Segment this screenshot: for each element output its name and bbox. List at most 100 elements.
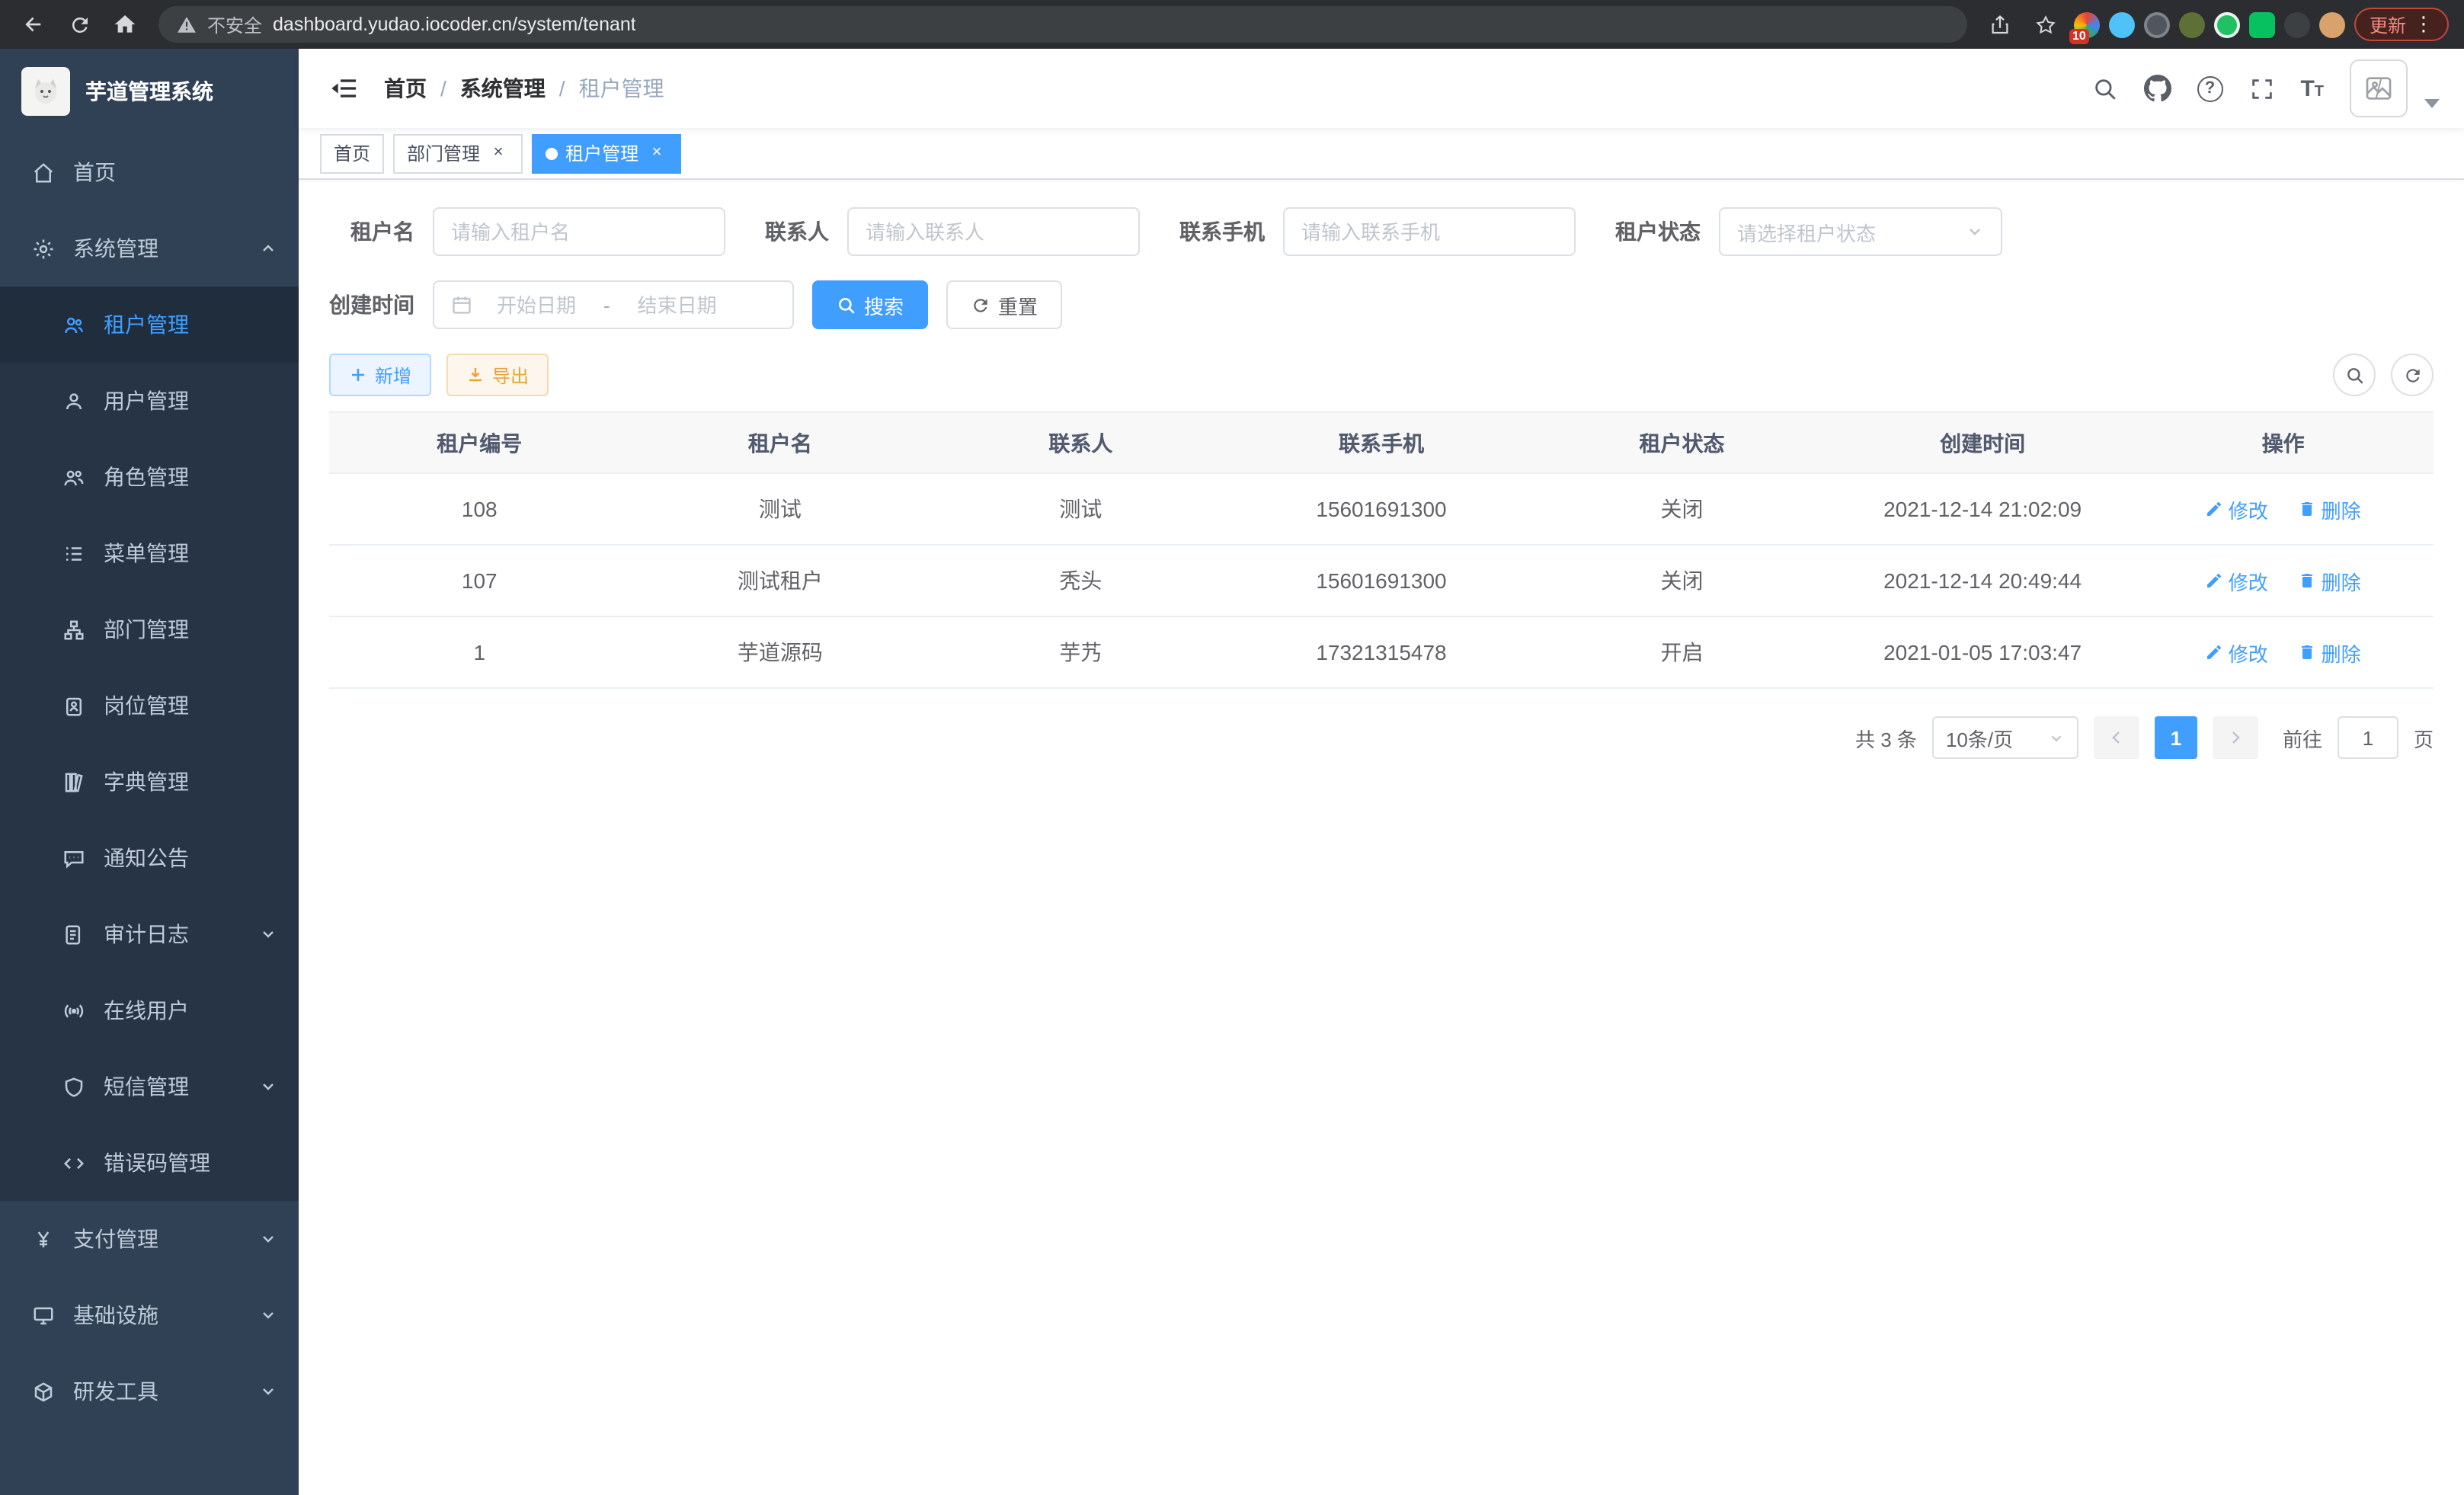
add-button-label: 新增 <box>375 362 411 388</box>
sidebar-item-home[interactable]: 首页 <box>0 134 299 210</box>
cell-id: 1 <box>329 616 630 688</box>
security-label[interactable]: 不安全 <box>207 11 262 37</box>
kebab-menu-icon[interactable]: ⋮ <box>2414 12 2434 37</box>
add-button[interactable]: 新增 <box>329 354 431 396</box>
sidebar-item-label: 系统管理 <box>73 233 158 264</box>
sidebar-item-error-code[interactable]: 错误码管理 <box>0 1125 299 1201</box>
breadcrumb-system[interactable]: 系统管理 <box>460 73 546 104</box>
back-icon[interactable] <box>15 6 52 43</box>
profile-avatar-icon[interactable] <box>2319 11 2345 37</box>
edit-link[interactable]: 修改 <box>2206 566 2268 595</box>
sidebar-item-audit-log[interactable]: 审计日志 <box>0 896 299 972</box>
sidebar-item-label: 字典管理 <box>104 767 189 797</box>
fullscreen-icon[interactable] <box>2248 75 2274 101</box>
yen-icon <box>30 1227 55 1251</box>
filter-row-1: 租户名 联系人 联系手机 <box>329 207 2434 256</box>
sidebar-item-dev-tools[interactable]: 研发工具 <box>0 1353 299 1429</box>
github-icon[interactable] <box>2143 75 2171 102</box>
cell-id: 107 <box>329 545 630 616</box>
address-bar[interactable]: 不安全 dashboard.yudao.iocoder.cn/system/te… <box>158 6 1967 43</box>
tenant-name-label: 租户名 <box>329 216 433 247</box>
sidebar-item-sms[interactable]: 短信管理 <box>0 1048 299 1125</box>
contact-input[interactable] <box>866 220 1122 243</box>
sidebar-fold-icon[interactable] <box>314 73 375 104</box>
help-icon[interactable]: ? <box>2197 75 2222 101</box>
tenant-name-input[interactable] <box>451 220 707 243</box>
edit-label: 修改 <box>2229 566 2268 595</box>
header-search-icon[interactable] <box>2091 75 2117 101</box>
sidebar-item-label: 岗位管理 <box>104 690 189 721</box>
tab-close-icon[interactable]: × <box>488 142 509 164</box>
cell-phone: 15601691300 <box>1231 545 1532 616</box>
edit-link[interactable]: 修改 <box>2206 495 2268 523</box>
share-icon[interactable] <box>1982 6 2019 43</box>
delete-link[interactable]: 删除 <box>2299 638 2361 667</box>
extension-icon-green-square[interactable] <box>2249 11 2275 37</box>
edit-link[interactable]: 修改 <box>2206 638 2268 667</box>
extension-icon-puzzle[interactable] <box>2284 11 2310 37</box>
browser-update-button[interactable]: 更新 ⋮ <box>2354 8 2449 41</box>
logo-image <box>21 67 70 116</box>
sidebar-item-infra[interactable]: 基础设施 <box>0 1277 299 1353</box>
status-select[interactable]: 请选择租户状态 <box>1719 207 2002 256</box>
sidebar-item-menu[interactable]: 菜单管理 <box>0 515 299 591</box>
reload-icon[interactable] <box>61 6 98 43</box>
delete-link[interactable]: 删除 <box>2299 566 2361 595</box>
refresh-table-icon[interactable] <box>2391 354 2434 396</box>
date-end-input[interactable] <box>622 293 732 316</box>
sidebar-item-label: 错误码管理 <box>104 1148 210 1178</box>
sidebar-item-post[interactable]: 岗位管理 <box>0 667 299 744</box>
logo[interactable]: 芋道管理系统 <box>0 49 299 134</box>
date-start-input[interactable] <box>482 293 591 316</box>
page-unit-label: 页 <box>2414 723 2434 752</box>
col-phone: 联系手机 <box>1231 412 1532 473</box>
sidebar-item-user[interactable]: 用户管理 <box>0 363 299 439</box>
cell-status: 开启 <box>1531 616 1832 688</box>
export-button-label: 导出 <box>492 362 529 388</box>
extension-icon-colorful[interactable]: 10 <box>2074 11 2100 37</box>
extension-icon-olive[interactable] <box>2179 11 2205 37</box>
phone-label: 联系手机 <box>1179 216 1283 247</box>
extension-icon-green-circle[interactable] <box>2214 11 2240 37</box>
sidebar-item-dict[interactable]: 字典管理 <box>0 744 299 820</box>
export-button[interactable]: 导出 <box>446 354 549 396</box>
sidebar-item-notice[interactable]: 通知公告 <box>0 820 299 896</box>
sidebar-item-dept[interactable]: 部门管理 <box>0 591 299 667</box>
next-page-button[interactable] <box>2213 716 2258 759</box>
sidebar-item-tenant[interactable]: 租户管理 <box>0 287 299 363</box>
cell-contact: 芋艿 <box>930 616 1231 688</box>
sidebar-item-online-users[interactable]: 在线用户 <box>0 972 299 1048</box>
sidebar-item-system[interactable]: 系统管理 <box>0 210 299 287</box>
tab-tenant[interactable]: 租户管理 × <box>532 133 681 173</box>
page-size-select[interactable]: 10条/页 <box>1932 716 2078 759</box>
sidebar-item-payment[interactable]: 支付管理 <box>0 1201 299 1277</box>
url-text[interactable]: dashboard.yudao.iocoder.cn/system/tenant <box>273 14 636 35</box>
show-search-icon[interactable] <box>2333 354 2376 396</box>
reset-button[interactable]: 重置 <box>946 280 1062 329</box>
table-toolbar: 新增 导出 <box>329 354 2434 396</box>
cell-name: 测试 <box>630 473 931 545</box>
extension-icon-blue[interactable] <box>2109 11 2135 37</box>
home-icon[interactable] <box>107 6 143 43</box>
tab-close-icon[interactable]: × <box>646 142 667 164</box>
extension-icon-dark-ring[interactable] <box>2144 11 2170 37</box>
sidebar-item-label: 用户管理 <box>104 386 189 416</box>
delete-link[interactable]: 删除 <box>2299 495 2361 523</box>
phone-input[interactable] <box>1301 220 1557 243</box>
tab-dept[interactable]: 部门管理 × <box>393 133 523 173</box>
search-button[interactable]: 搜索 <box>812 280 928 329</box>
tab-label: 部门管理 <box>407 140 480 166</box>
breadcrumb-home[interactable]: 首页 <box>384 73 427 104</box>
page-number-1[interactable]: 1 <box>2155 716 2197 759</box>
bookmark-star-icon[interactable] <box>2028 6 2065 43</box>
toolbar-right <box>2333 354 2434 396</box>
date-range-picker[interactable]: - <box>433 280 794 329</box>
tab-home[interactable]: 首页 <box>320 133 384 173</box>
user-avatar[interactable] <box>2350 59 2408 117</box>
sidebar-item-role[interactable]: 角色管理 <box>0 439 299 515</box>
avatar-caret-icon[interactable] <box>2424 99 2440 108</box>
font-size-icon[interactable]: TT <box>2300 75 2324 101</box>
gear-icon <box>30 236 55 261</box>
goto-page-input[interactable] <box>2338 716 2398 759</box>
prev-page-button[interactable] <box>2094 716 2139 759</box>
